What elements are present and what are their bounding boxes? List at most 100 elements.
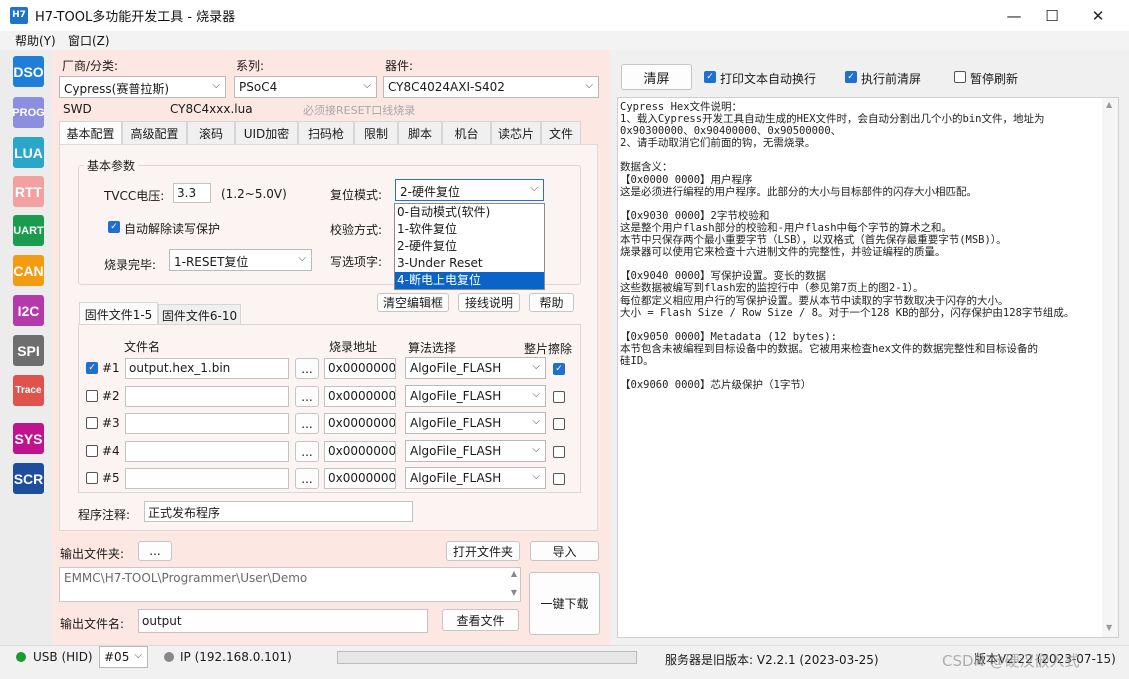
sidebar-can-button[interactable]: CAN xyxy=(13,255,44,286)
close-button[interactable]: ✕ xyxy=(1075,0,1121,31)
output-filename-input[interactable]: output xyxy=(138,609,428,633)
row-address-input[interactable]: 0x00000000 xyxy=(324,386,396,407)
tab-1[interactable]: 基本配置 xyxy=(59,121,122,145)
tab-9[interactable]: 读芯片 xyxy=(491,121,541,145)
tab-10[interactable]: 文件 xyxy=(541,121,581,145)
reset-option-4[interactable]: 4-断电上电复位 xyxy=(395,272,544,289)
row-algorithm-select[interactable]: AlgoFile_FLASH ⌵ xyxy=(405,467,546,489)
sidebar-spi-button[interactable]: SPI xyxy=(13,335,44,366)
row-index: #3 xyxy=(102,416,120,430)
reset-option-2[interactable]: 2-硬件复位 xyxy=(395,238,544,255)
row-enable-checkbox[interactable] xyxy=(86,472,98,484)
log-line: 【0x9040 0000】写保护设置。变长的数据 xyxy=(620,270,827,283)
row-filename-input[interactable]: output.hex_1.bin xyxy=(125,358,289,379)
row-browse-button[interactable]: ... xyxy=(295,441,319,462)
row-erase-checkbox[interactable] xyxy=(553,418,565,430)
row-algorithm-select[interactable]: AlgoFile_FLASH ⌵ xyxy=(405,440,546,462)
help-button[interactable]: 帮助 xyxy=(529,293,574,312)
row-browse-button[interactable]: ... xyxy=(295,413,319,434)
tvcc-input[interactable]: 3.3 xyxy=(173,183,211,203)
output-folder-browse-button[interactable]: ... xyxy=(138,541,172,561)
col-full-erase: 整片擦除 xyxy=(524,342,573,356)
sidebar-scr-button[interactable]: SCR xyxy=(13,463,44,494)
row-address-input[interactable]: 0x00000000 xyxy=(324,358,396,379)
row-erase-checkbox[interactable] xyxy=(553,473,565,485)
row-enable-checkbox[interactable]: ✓ xyxy=(86,362,98,374)
clear-before-label: 执行前清屏 xyxy=(861,72,922,86)
sidebar-i2c-button[interactable]: I2C xyxy=(13,295,44,326)
row-filename-input[interactable] xyxy=(125,386,289,407)
maximize-button[interactable]: ☐ xyxy=(1029,0,1075,31)
reset-option-1[interactable]: 1-软件复位 xyxy=(395,221,544,238)
tab-8[interactable]: 机台 xyxy=(442,121,491,145)
row-enable-checkbox[interactable] xyxy=(86,390,98,402)
tab-firmware-6-10[interactable]: 固件文件6-10 xyxy=(158,304,241,325)
row-filename-input[interactable] xyxy=(125,468,289,489)
pause-refresh-checkbox[interactable] xyxy=(954,71,966,83)
row-browse-button[interactable]: ... xyxy=(295,386,319,407)
row-address-input[interactable]: 0x00000000 xyxy=(324,441,396,462)
window-title: H7-TOOL多功能开发工具 - 烧录器 xyxy=(35,10,236,25)
tab-4[interactable]: UID加密 xyxy=(235,121,298,145)
row-enable-checkbox[interactable] xyxy=(86,417,98,429)
wiring-help-button[interactable]: 接线说明 xyxy=(458,293,520,312)
row-erase-checkbox[interactable] xyxy=(553,391,565,403)
sidebar-prog-button[interactable]: PROG xyxy=(12,97,45,128)
output-path-box[interactable]: EMMC\H7-TOOL\Programmer\User\Demo ▲ ▼ xyxy=(59,567,521,602)
tab-6[interactable]: 限制 xyxy=(354,121,398,145)
sidebar-sys-button[interactable]: SYS xyxy=(13,423,44,454)
row-algorithm-select[interactable]: AlgoFile_FLASH ⌵ xyxy=(405,412,546,434)
tab-5[interactable]: 扫码枪 xyxy=(298,121,354,145)
row-algorithm-select[interactable]: AlgoFile_FLASH ⌵ xyxy=(405,357,546,379)
log-textarea[interactable]: Cypress Hex文件说明： 1、载入Cypress开发工具自动生成的HEX文… xyxy=(617,97,1119,638)
print-wrap-checkbox[interactable]: ✓ xyxy=(704,71,716,83)
sidebar-trace-button[interactable]: Trace xyxy=(13,375,44,406)
tab-7[interactable]: 脚本 xyxy=(398,121,442,145)
row-filename-input[interactable] xyxy=(125,441,289,462)
row-enable-checkbox[interactable] xyxy=(86,445,98,457)
row-erase-checkbox[interactable]: ✓ xyxy=(553,363,565,375)
open-folder-button[interactable]: 打开文件夹 xyxy=(446,541,520,561)
one-click-download-button[interactable]: 一键下载 xyxy=(529,572,600,635)
col-filename: 文件名 xyxy=(124,340,161,354)
tab-2[interactable]: 高级配置 xyxy=(122,121,187,145)
view-file-button[interactable]: 查看文件 xyxy=(442,609,519,631)
tab-firmware-1-5[interactable]: 固件文件1-5 xyxy=(79,302,158,325)
row-browse-button[interactable]: ... xyxy=(295,468,319,489)
log-scrollbar[interactable]: ▲ ▼ xyxy=(1102,98,1118,637)
scroll-up-icon[interactable]: ▲ xyxy=(1106,100,1112,109)
auto-unlock-checkbox[interactable]: ✓ xyxy=(108,221,120,233)
row-browse-button[interactable]: ... xyxy=(295,358,319,379)
reset-option-0[interactable]: 0-自动模式(软件) xyxy=(395,204,544,221)
vendor-select[interactable]: Cypress(赛普拉斯) ⌵ xyxy=(59,76,226,98)
menu-bar: 帮助(Y) 窗口(Z) xyxy=(0,31,1129,50)
device-number-select[interactable]: #05 ⌵ xyxy=(99,646,148,668)
scroll-down-icon[interactable]: ▼ xyxy=(511,588,517,597)
import-button[interactable]: 导入 xyxy=(530,541,599,561)
row-erase-checkbox[interactable] xyxy=(553,446,565,458)
device-select[interactable]: CY8C4024AXI-S402 ⌵ xyxy=(383,76,599,98)
tab-3[interactable]: 滚码 xyxy=(187,121,235,145)
clear-editor-button[interactable]: 清空编辑框 xyxy=(377,293,449,312)
sidebar-lua-button[interactable]: LUA xyxy=(13,137,44,168)
clear-before-checkbox[interactable]: ✓ xyxy=(845,71,857,83)
note-input[interactable]: 正式发布程序 xyxy=(144,501,413,522)
clear-screen-button[interactable]: 清屏 xyxy=(621,64,692,90)
scroll-up-icon[interactable]: ▲ xyxy=(511,569,517,578)
sidebar-uart-button[interactable]: UART xyxy=(13,215,44,246)
row-algorithm-select[interactable]: AlgoFile_FLASH ⌵ xyxy=(405,385,546,407)
row-address-input[interactable]: 0x00000000 xyxy=(324,468,396,489)
reset-option-3[interactable]: 3-Under Reset xyxy=(395,255,544,272)
log-line: 烧录器可以使用它来检查十六进制文件的完整性，并验证编程的质量。 xyxy=(620,246,946,259)
menu-window[interactable]: 窗口(Z) xyxy=(68,32,110,49)
after-select[interactable]: 1-RESET复位 ⌵ xyxy=(169,249,312,271)
row-address-input[interactable]: 0x00000000 xyxy=(324,413,396,434)
sidebar-rtt-button[interactable]: RTT xyxy=(13,176,44,207)
series-select[interactable]: PSoC4 ⌵ xyxy=(234,76,377,98)
reset-mode-select[interactable]: 2-硬件复位 ⌵ xyxy=(395,179,544,201)
sidebar-dso-button[interactable]: DSO xyxy=(13,56,44,87)
row-filename-input[interactable] xyxy=(125,413,289,434)
scroll-down-icon[interactable]: ▼ xyxy=(1106,623,1112,632)
output-folder-label: 输出文件夹: xyxy=(60,547,125,561)
menu-help[interactable]: 帮助(Y) xyxy=(15,32,56,49)
